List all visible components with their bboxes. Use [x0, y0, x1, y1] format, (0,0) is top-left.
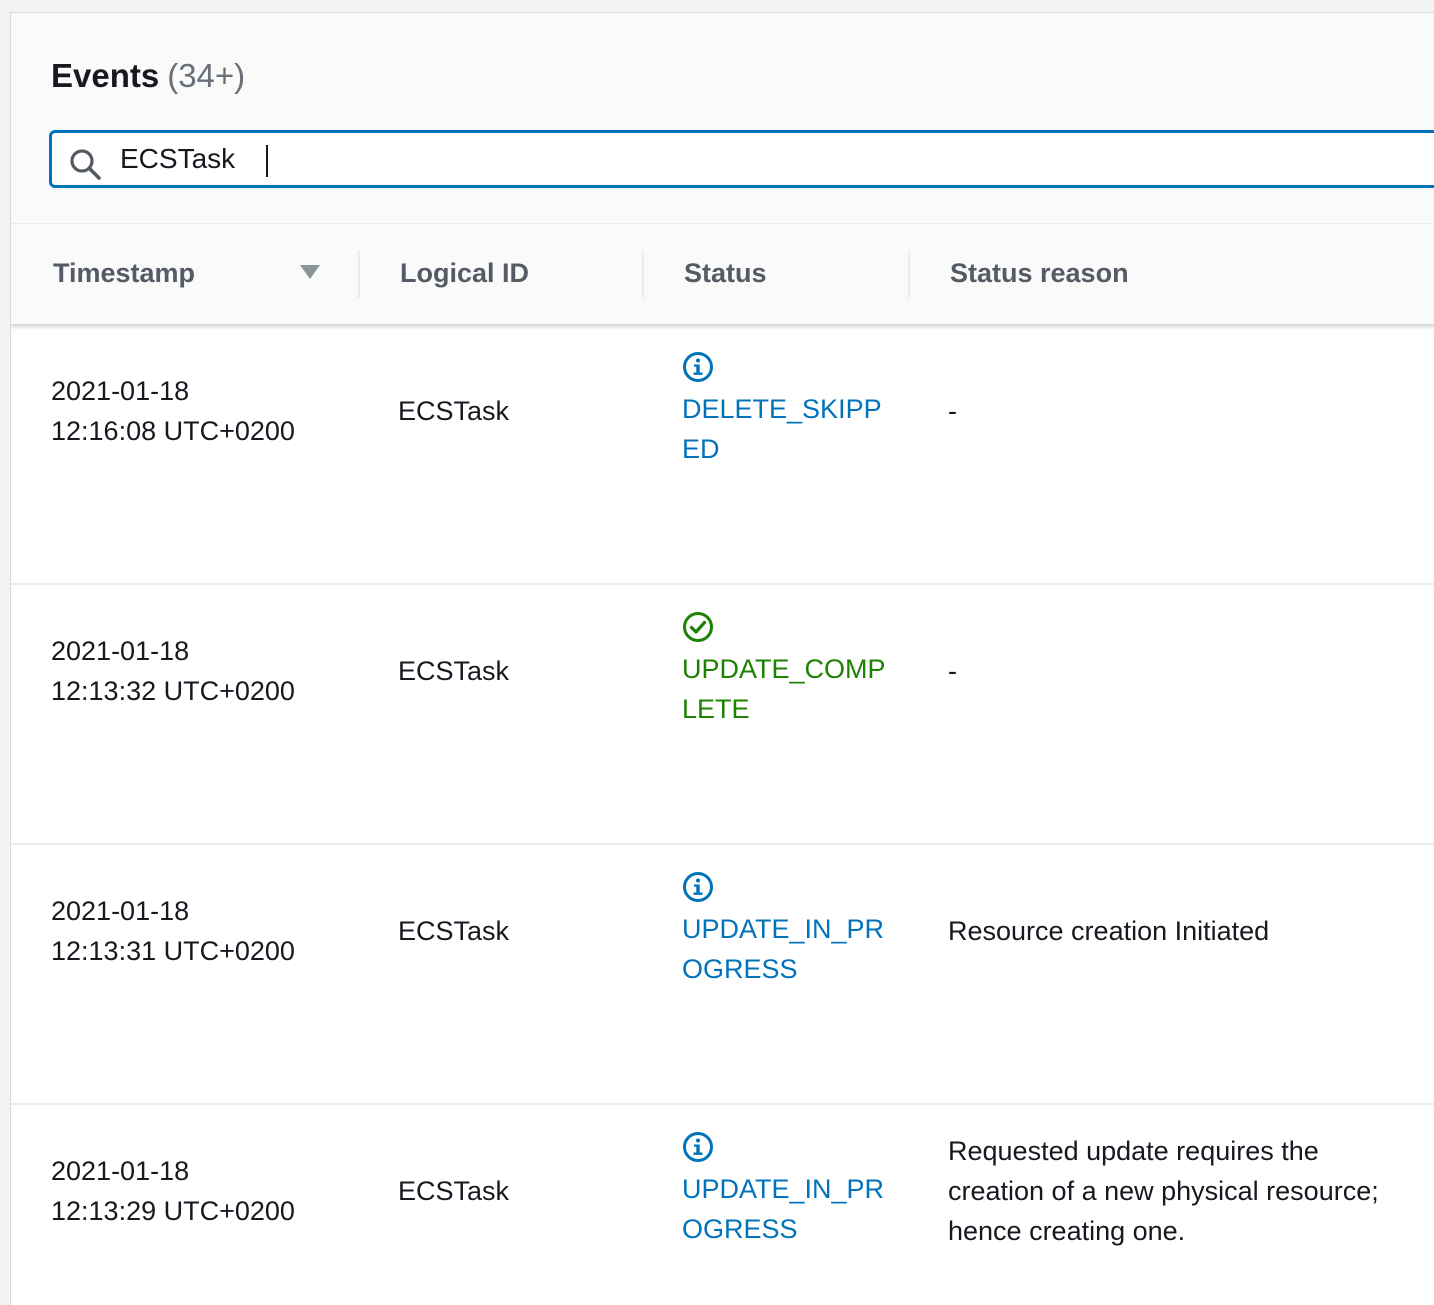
timestamp-time: 12:13:31 UTC+0200	[51, 936, 295, 966]
table-row: 2021-01-18 12:13:32 UTC+0200 ECSTask UPD…	[11, 583, 1434, 845]
column-header-status[interactable]: Status	[684, 258, 767, 289]
timestamp-cell: 2021-01-18 12:16:08 UTC+0200	[51, 371, 341, 451]
status-text: DELETE_SKIPPED	[682, 394, 882, 464]
timestamp-date: 2021-01-18	[51, 636, 190, 666]
table-row: 2021-01-18 12:16:08 UTC+0200 ECSTask DEL…	[11, 323, 1434, 585]
timestamp-cell: 2021-01-18 12:13:31 UTC+0200	[51, 891, 341, 971]
events-count: (34+)	[167, 57, 246, 94]
table-row: 2021-01-18 12:13:31 UTC+0200 ECSTask UPD…	[11, 843, 1434, 1105]
info-icon	[683, 352, 713, 382]
search-box[interactable]	[49, 130, 1434, 188]
logical-id-cell: ECSTask	[398, 916, 510, 946]
column-resizer[interactable]	[908, 250, 910, 298]
column-header-status-reason[interactable]: Status reason	[950, 258, 1129, 289]
panel-title: Events (34+)	[51, 57, 245, 95]
column-resizer[interactable]	[642, 250, 644, 298]
column-header-logical-id[interactable]: Logical ID	[400, 258, 529, 289]
events-panel: Events(34+) Timestamp Logical ID Status …	[10, 12, 1434, 1305]
status-text: UPDATE_IN_PROGRESS	[682, 1174, 885, 1244]
table-header: Timestamp Logical ID Status Status reaso…	[11, 223, 1434, 324]
timestamp-time: 12:16:08 UTC+0200	[51, 416, 295, 446]
column-resizer[interactable]	[358, 250, 360, 298]
timestamp-date: 2021-01-18	[51, 1156, 190, 1186]
timestamp-cell: 2021-01-18 12:13:32 UTC+0200	[51, 631, 341, 711]
search-input[interactable]	[120, 133, 1320, 185]
timestamp-cell: 2021-01-18 12:13:29 UTC+0200	[51, 1151, 341, 1231]
search-icon	[70, 149, 101, 180]
status-text: UPDATE_IN_PROGRESS	[682, 914, 885, 984]
timestamp-time: 12:13:32 UTC+0200	[51, 676, 295, 706]
text-cursor	[266, 145, 268, 177]
status-cell: DELETE_SKIPPED	[682, 351, 892, 469]
panel-title-label: Events	[51, 57, 160, 94]
status-reason-cell: -	[948, 656, 957, 686]
logical-id-cell: ECSTask	[398, 656, 510, 686]
caret-down-icon[interactable]	[299, 264, 321, 280]
table-row: 2021-01-18 12:13:29 UTC+0200 ECSTask UPD…	[11, 1103, 1434, 1305]
status-cell: UPDATE_IN_PROGRESS	[682, 1131, 892, 1249]
info-icon	[683, 872, 713, 902]
events-header: Events (34+)	[11, 13, 1434, 223]
column-header-timestamp[interactable]: Timestamp	[53, 258, 195, 289]
status-reason-cell: Requested update requires the creation o…	[948, 1136, 1379, 1246]
logical-id-cell: ECSTask	[398, 396, 510, 426]
status-reason-cell: -	[948, 396, 957, 426]
status-text: UPDATE_COMPLETE	[682, 654, 886, 724]
logical-id-cell: ECSTask	[398, 1176, 510, 1206]
timestamp-date: 2021-01-18	[51, 376, 190, 406]
timestamp-time: 12:13:29 UTC+0200	[51, 1196, 295, 1226]
success-check-icon	[683, 612, 713, 642]
status-cell: UPDATE_COMPLETE	[682, 611, 892, 729]
info-icon	[683, 1132, 713, 1162]
timestamp-date: 2021-01-18	[51, 896, 190, 926]
status-reason-cell: Resource creation Initiated	[948, 916, 1270, 946]
status-cell: UPDATE_IN_PROGRESS	[682, 871, 892, 989]
